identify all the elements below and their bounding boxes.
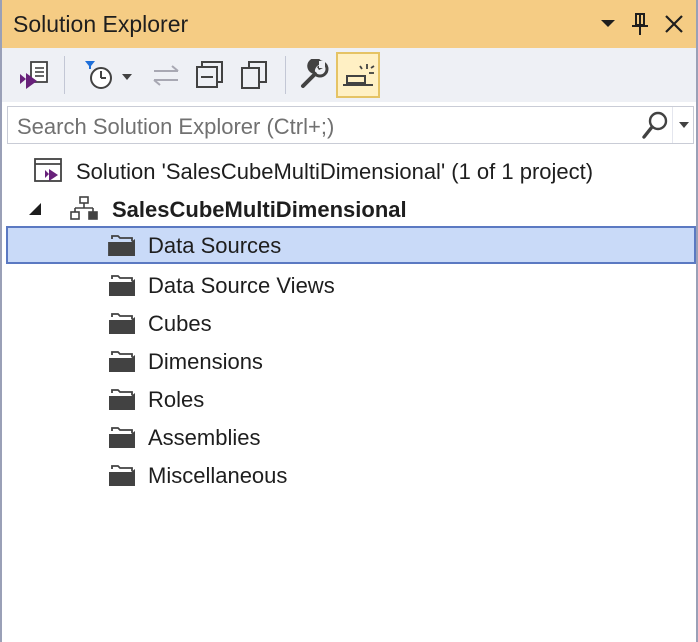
tree-item-folder[interactable]: Miscellaneous: [6, 456, 696, 494]
window-position-menu-button[interactable]: [594, 9, 622, 39]
tree-item-label: Cubes: [148, 311, 212, 336]
toolbar-separator: [285, 56, 286, 94]
search-box[interactable]: Search Solution Explorer (Ctrl+;): [7, 106, 694, 144]
tree-item-folder[interactable]: Assemblies: [6, 418, 696, 456]
tree-item-label: SalesCubeMultiDimensional: [112, 197, 407, 222]
panel-title: Solution Explorer: [13, 11, 189, 37]
expanded-triangle-icon[interactable]: [28, 202, 42, 216]
properties-icon: [301, 59, 329, 88]
pin-icon: [632, 13, 648, 35]
title-bar: Solution Explorer: [2, 0, 696, 48]
solution-explorer-panel: Solution Explorer Search Solution Explor…: [0, 0, 698, 642]
tree-item-label: Data Source Views: [148, 273, 335, 298]
tree-item-folder[interactable]: Data Sources: [6, 226, 696, 264]
folder-icon: [109, 313, 135, 334]
pending-changes-filter-button[interactable]: [74, 52, 140, 98]
close-icon: [665, 15, 683, 33]
dropdown-arrow-icon: [601, 20, 615, 27]
tree-item-label: Data Sources: [148, 233, 282, 258]
folder-icon: [109, 351, 135, 372]
auto-hide-pin-button[interactable]: [626, 9, 654, 39]
tree-item-label: Roles: [148, 387, 205, 412]
search-input[interactable]: Search Solution Explorer (Ctrl+;): [17, 114, 334, 140]
switch-views-icon: [20, 61, 48, 89]
switch-views-button[interactable]: [12, 52, 56, 98]
search-icon: [642, 111, 668, 139]
properties-button[interactable]: [293, 52, 337, 98]
preview-selected-items-button[interactable]: [336, 52, 380, 98]
sync-with-active-document-icon: [153, 65, 179, 86]
folder-icon: [108, 235, 135, 256]
preview-selected-items-icon: [343, 64, 375, 86]
folder-icon: [109, 275, 135, 296]
toolbar-separator: [64, 56, 65, 94]
close-button[interactable]: [660, 9, 688, 39]
search-button[interactable]: [640, 109, 670, 141]
chevron-down-icon: [679, 122, 689, 128]
tree-item-folder[interactable]: Roles: [6, 380, 696, 418]
show-all-files-icon: [241, 61, 267, 89]
tree-item-label: Miscellaneous: [148, 463, 288, 488]
sync-with-active-document-button[interactable]: [144, 52, 188, 98]
folder-icon: [109, 465, 135, 486]
tree-item-label: Solution 'SalesCubeMultiDimensional' (1 …: [76, 159, 594, 184]
tree-item-project[interactable]: SalesCubeMultiDimensional: [6, 190, 696, 228]
tree-item-folder[interactable]: Cubes: [6, 304, 696, 342]
search-options-dropdown[interactable]: [672, 107, 695, 143]
tree-item-folder[interactable]: Dimensions: [6, 342, 696, 380]
folder-icon: [109, 389, 135, 410]
analysis-services-project-icon: [70, 196, 98, 220]
tree-item-label: Assemblies: [148, 425, 261, 450]
show-all-files-button[interactable]: [232, 52, 276, 98]
folder-icon: [109, 427, 135, 448]
pending-changes-filter-icon: [85, 61, 132, 89]
toolbar: [2, 48, 696, 102]
solution-icon: [34, 158, 62, 182]
collapse-all-icon: [196, 61, 223, 88]
tree-item-label: Dimensions: [148, 349, 263, 374]
tree-item-solution[interactable]: Solution 'SalesCubeMultiDimensional' (1 …: [6, 152, 696, 190]
tree-item-folder[interactable]: Data Source Views: [6, 266, 696, 304]
collapse-all-button[interactable]: [188, 52, 232, 98]
